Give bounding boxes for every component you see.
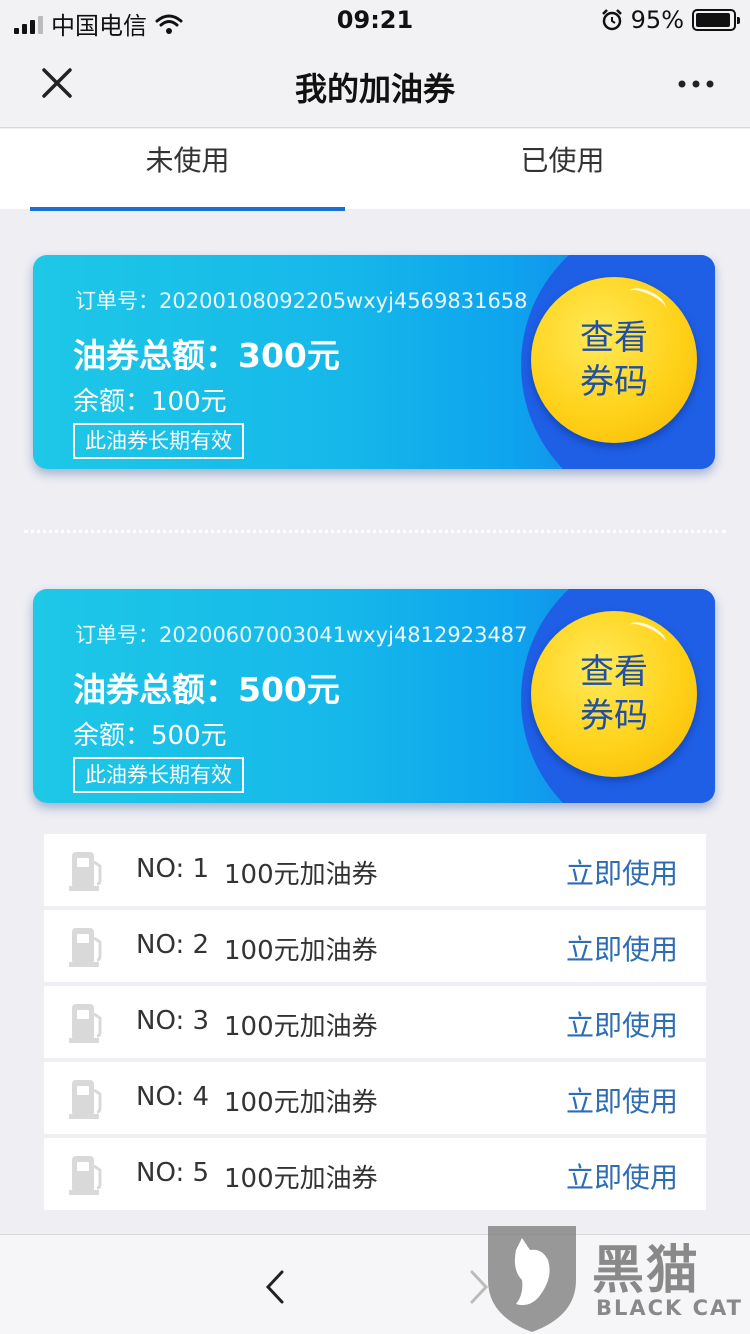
watermark-logo: 黑猫 BLACK CAT	[482, 1220, 750, 1334]
list-item: NO: 3 100元加油券 立即使用	[44, 986, 706, 1058]
ticket-name: 100元加油券	[224, 1012, 378, 1042]
view-code-label-line1: 查看	[580, 652, 648, 692]
view-code-button[interactable]: 查看 券码	[531, 277, 697, 443]
ticket-list: NO: 1 100元加油券 立即使用 NO: 2 100元加油券 立即使用 NO…	[44, 834, 706, 1214]
view-code-label-line2: 券码	[580, 696, 648, 736]
alarm-icon	[601, 9, 622, 31]
fuel-pump-icon	[69, 1156, 102, 1195]
coupon-total: 油券总额：500元	[73, 670, 340, 709]
coupon-card: 订单号：20200607003041wxyj4812923487 油券总额：50…	[33, 589, 715, 803]
page-title: 我的加油券	[294, 70, 455, 108]
coupon-card: 订单号：20200108092205wxyj4569831658 油券总额：30…	[33, 255, 715, 469]
fuel-pump-icon	[69, 852, 102, 891]
ticket-name: 100元加油券	[224, 1088, 378, 1118]
ticket-number: NO: 1	[136, 854, 210, 884]
more-icon[interactable]	[676, 70, 716, 98]
coupon-balance: 余额：100元	[73, 387, 227, 417]
watermark-text-cn: 黑猫	[592, 1241, 701, 1301]
view-code-button[interactable]: 查看 券码	[531, 611, 697, 777]
ticket-number: NO: 3	[136, 1006, 210, 1036]
use-now-link[interactable]: 立即使用	[566, 1156, 678, 1196]
coupon-total: 油券总额：300元	[73, 336, 340, 375]
list-item: NO: 2 100元加油券 立即使用	[44, 910, 706, 982]
ticket-name: 100元加油券	[224, 936, 378, 966]
watermark-text-en: BLACK CAT	[596, 1296, 743, 1320]
coupon-validity-badge: 此油券长期有效	[73, 757, 244, 793]
nav-bar: 我的加油券	[0, 40, 750, 128]
dotted-divider	[24, 530, 726, 533]
cat-shield-icon	[488, 1226, 576, 1332]
tab-used[interactable]: 已使用	[375, 129, 750, 209]
view-code-label-line1: 查看	[580, 318, 648, 358]
use-now-link[interactable]: 立即使用	[566, 852, 678, 892]
list-item: NO: 1 100元加油券 立即使用	[44, 834, 706, 906]
status-right: 95%	[601, 6, 740, 34]
tab-bar: 未使用 已使用	[0, 129, 750, 211]
tab-unused[interactable]: 未使用	[0, 129, 375, 211]
use-now-link[interactable]: 立即使用	[566, 1004, 678, 1044]
fuel-pump-icon	[69, 1004, 102, 1043]
coupon-validity-badge: 此油券长期有效	[73, 423, 244, 459]
battery-icon	[692, 9, 740, 31]
view-code-label-line2: 券码	[580, 362, 648, 402]
list-item: NO: 5 100元加油券 立即使用	[44, 1138, 706, 1210]
fuel-pump-icon	[69, 1080, 102, 1119]
ticket-number: NO: 2	[136, 930, 210, 960]
coupon-order-number: 订单号：20200108092205wxyj4569831658	[75, 289, 528, 313]
back-arrow-icon[interactable]	[262, 1269, 288, 1305]
use-now-link[interactable]: 立即使用	[566, 1080, 678, 1120]
coupon-balance: 余额：500元	[73, 721, 227, 751]
use-now-link[interactable]: 立即使用	[566, 928, 678, 968]
fuel-pump-icon	[69, 928, 102, 967]
status-bar: 中国电信 09:21 95%	[0, 0, 750, 40]
list-item: NO: 4 100元加油券 立即使用	[44, 1062, 706, 1134]
ticket-number: NO: 4	[136, 1082, 210, 1112]
battery-percent: 95%	[630, 6, 684, 34]
ticket-name: 100元加油券	[224, 860, 378, 890]
ticket-number: NO: 5	[136, 1158, 210, 1188]
coupon-order-number: 订单号：20200607003041wxyj4812923487	[75, 623, 528, 647]
ticket-name: 100元加油券	[224, 1164, 378, 1194]
